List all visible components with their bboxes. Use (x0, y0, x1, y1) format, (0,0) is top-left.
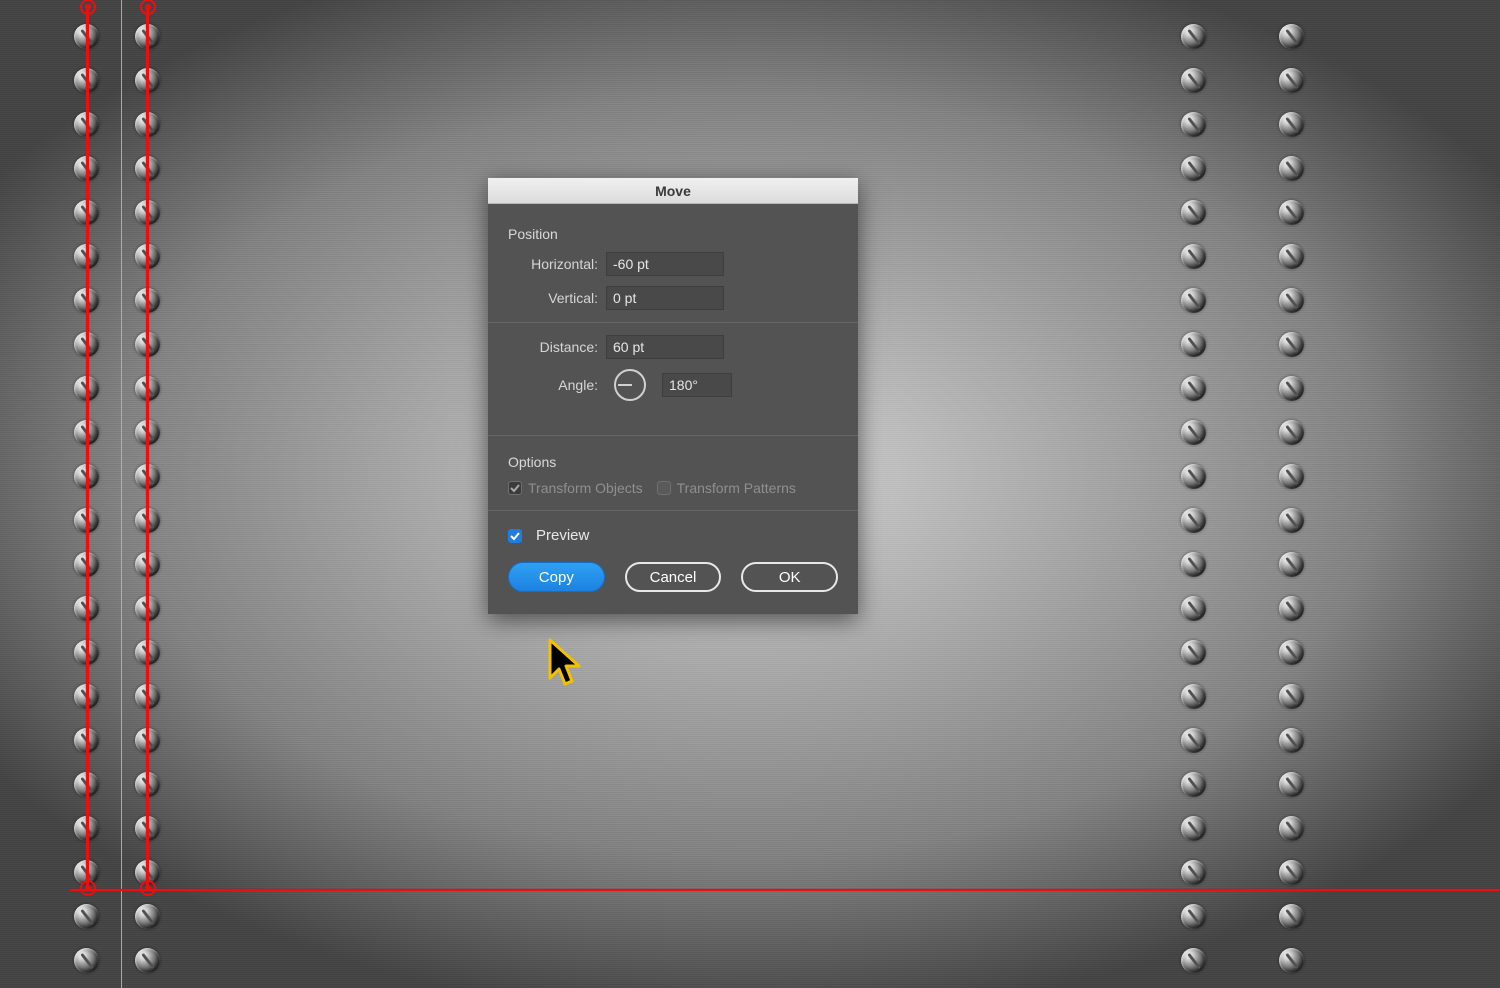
rivet-icon (1181, 156, 1206, 181)
vertical-label: Vertical: (508, 290, 598, 306)
rivet-icon (1181, 684, 1206, 709)
rivet-icon (1279, 684, 1304, 709)
rivet-icon (1181, 904, 1206, 929)
anchor-point-icon[interactable] (80, 880, 96, 896)
rivet-icon (1181, 200, 1206, 225)
preview-label: Preview (536, 527, 589, 544)
rivet-icon (1279, 772, 1304, 797)
rivet-icon (1181, 24, 1206, 49)
options-group-title: Options (508, 454, 838, 470)
angle-input[interactable] (662, 373, 732, 397)
rivet-icon (135, 948, 160, 973)
rivet-icon (1181, 552, 1206, 577)
rivet-icon (1181, 772, 1206, 797)
rivet-icon (1279, 728, 1304, 753)
ok-button[interactable]: OK (741, 562, 838, 592)
rivet-icon (74, 904, 99, 929)
vertical-input[interactable] (606, 286, 724, 310)
rivet-icon (1181, 860, 1206, 885)
rivet-icon (1279, 464, 1304, 489)
rivet-icon (135, 904, 160, 929)
anchor-point-icon[interactable] (140, 880, 156, 896)
rivet-column (1279, 24, 1304, 988)
anchor-point-icon[interactable] (80, 0, 96, 15)
rivet-icon (1279, 200, 1304, 225)
rivet-icon (1279, 24, 1304, 49)
rivet-icon (1181, 596, 1206, 621)
selected-path[interactable] (86, 7, 89, 888)
position-group-title: Position (508, 226, 838, 242)
rivet-icon (1181, 816, 1206, 841)
transform-patterns-checkbox[interactable] (657, 481, 671, 495)
copy-button[interactable]: Copy (508, 562, 605, 592)
distance-input[interactable] (606, 335, 724, 359)
rivet-icon (1181, 244, 1206, 269)
anchor-point-icon[interactable] (140, 0, 156, 15)
rivet-icon (1181, 508, 1206, 533)
horizontal-input[interactable] (606, 252, 724, 276)
selected-path[interactable] (146, 7, 149, 888)
rivet-icon (1279, 288, 1304, 313)
transform-objects-checkbox[interactable] (508, 481, 522, 495)
rivet-icon (74, 948, 99, 973)
rivet-icon (1279, 860, 1304, 885)
angle-label: Angle: (508, 377, 598, 393)
rivet-icon (1279, 420, 1304, 445)
rivet-icon (1279, 68, 1304, 93)
vertical-guide (121, 0, 122, 988)
rivet-icon (1181, 332, 1206, 357)
cancel-button[interactable]: Cancel (625, 562, 722, 592)
rivet-icon (1279, 112, 1304, 137)
selection-baseline (70, 889, 1500, 891)
rivet-icon (1181, 68, 1206, 93)
rivet-icon (1181, 376, 1206, 401)
distance-label: Distance: (508, 339, 598, 355)
rivet-icon (1279, 904, 1304, 929)
transform-patterns-label: Transform Patterns (677, 480, 796, 496)
rivet-icon (1279, 596, 1304, 621)
rivet-icon (1279, 816, 1304, 841)
rivet-icon (1279, 948, 1304, 973)
rivet-icon (1279, 640, 1304, 665)
rivet-icon (1279, 332, 1304, 357)
rivet-icon (1279, 156, 1304, 181)
rivet-icon (1279, 244, 1304, 269)
rivet-icon (1181, 288, 1206, 313)
rivet-icon (1181, 728, 1206, 753)
rivet-icon (1279, 508, 1304, 533)
preview-checkbox[interactable] (508, 529, 522, 543)
rivet-icon (1279, 376, 1304, 401)
rivet-column (1181, 24, 1206, 988)
rivet-icon (1181, 640, 1206, 665)
rivet-icon (1181, 420, 1206, 445)
angle-dial-icon[interactable] (614, 369, 646, 401)
dialog-title[interactable]: Move (488, 178, 858, 204)
rivet-icon (1279, 552, 1304, 577)
rivet-icon (1181, 112, 1206, 137)
move-dialog: Move Position Horizontal: Vertical: Dist… (488, 178, 858, 614)
rivet-icon (1181, 948, 1206, 973)
rivet-icon (1181, 464, 1206, 489)
horizontal-label: Horizontal: (508, 256, 598, 272)
transform-objects-label: Transform Objects (528, 480, 643, 496)
